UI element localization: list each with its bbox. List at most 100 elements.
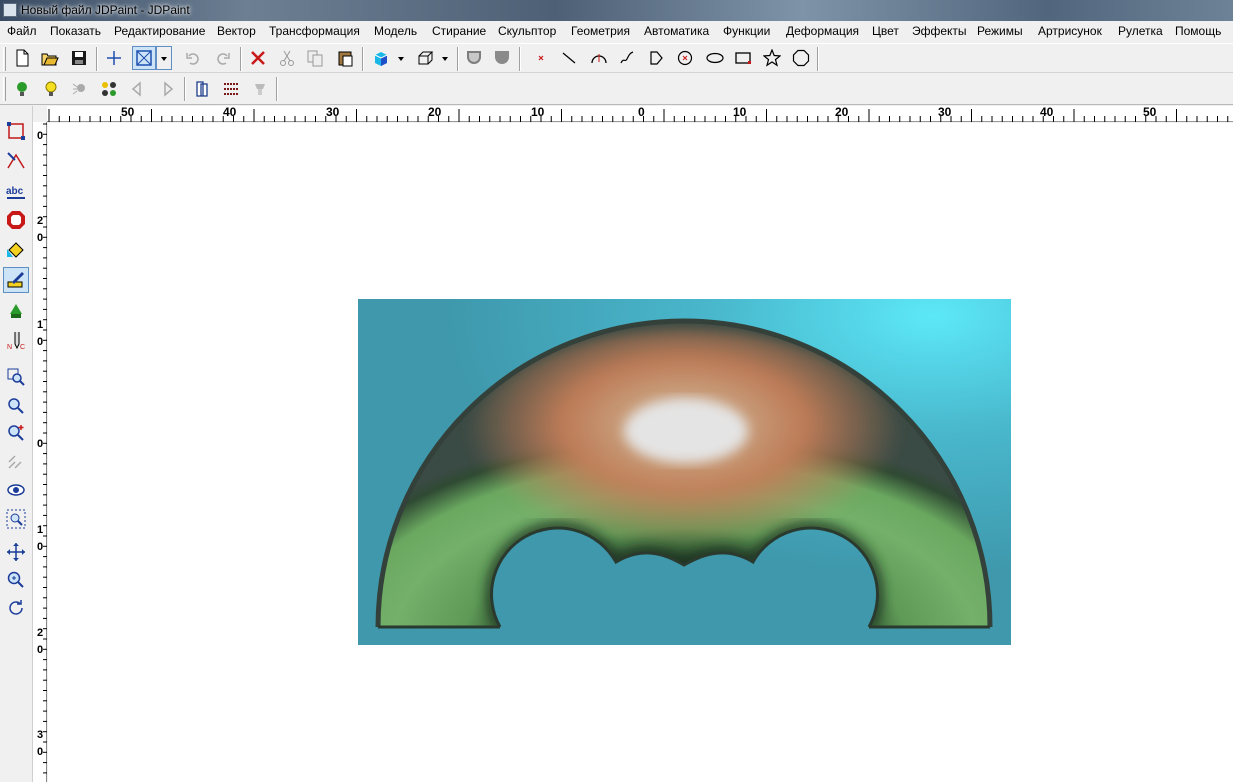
layers-icon[interactable] [219,77,243,101]
menu-model[interactable]: Модель [374,24,417,38]
paint-brush-icon[interactable] [3,267,29,293]
ruler-label: 30 [938,105,952,119]
arrow-left-icon[interactable] [126,77,150,101]
octagon-icon[interactable] [3,207,29,233]
arrow-right-icon[interactable] [155,77,179,101]
dropdown-arrow-icon[interactable] [437,46,453,70]
main-toolbar [0,43,1233,73]
ruler-label: 2 [37,627,44,639]
ruler-label: 50 [1143,105,1157,119]
save-file-icon[interactable] [67,46,91,70]
ruler-label: 0 [37,746,44,758]
copy-icon[interactable] [303,46,327,70]
zoom-window-icon[interactable] [3,364,29,390]
menu-artrisunok[interactable]: Артрисунок [1038,24,1102,38]
menu-show[interactable]: Показать [50,24,101,38]
text-tool-icon[interactable]: abc [3,178,29,204]
polyline-icon[interactable] [644,46,668,70]
wire-box-icon[interactable] [413,46,437,70]
open-file-icon[interactable] [38,46,62,70]
light-sources-icon[interactable] [97,77,121,101]
light-bulb-icon[interactable] [39,77,63,101]
toolbar-grip[interactable] [3,47,6,71]
left-toolbar: abc NC [0,106,33,782]
undo-icon[interactable] [181,46,205,70]
ruler-label: 40 [1040,105,1054,119]
app-icon [3,3,17,17]
zoom-in-icon[interactable] [3,420,29,446]
ellipse-icon[interactable] [703,46,727,70]
rotate-icon[interactable] [3,595,29,621]
vertex-arrow-icon[interactable] [3,147,29,173]
circle-center-icon[interactable] [673,46,697,70]
polygon-icon[interactable] [789,46,813,70]
menu-modes[interactable]: Режимы [977,24,1023,38]
menu-effects[interactable]: Эффекты [912,24,967,38]
menu-erase[interactable]: Стирание [432,24,486,38]
redo-icon[interactable] [211,46,235,70]
fill-tool-icon[interactable] [3,237,29,263]
lamp-icon[interactable] [248,77,272,101]
ruler-label: 1 [37,319,44,331]
rectangle-icon[interactable] [731,46,755,70]
ruler-label: 10 [531,105,545,119]
star-icon[interactable] [760,46,784,70]
line-icon[interactable] [557,46,581,70]
menu-deformation[interactable]: Деформация [786,24,859,38]
dropdown-arrow-icon[interactable] [393,46,409,70]
green-cone-icon[interactable] [3,298,29,324]
menu-sculptor[interactable]: Скульптор [498,24,556,38]
ruler-label: 1 [37,524,44,536]
view-eye-icon[interactable] [3,477,29,503]
ruler-label: 0 [37,541,44,553]
delete-icon[interactable] [246,46,270,70]
menu-automation[interactable]: Автоматика [644,24,709,38]
ruler-label: 0 [37,438,44,450]
relief-model-view[interactable] [358,299,1011,645]
dropdown-arrow-icon[interactable] [156,46,172,70]
drawing-canvas[interactable] [48,123,1233,782]
menu-help[interactable]: Помощь [1175,24,1221,38]
nc-tool-icon[interactable]: NC [3,327,29,353]
arc-icon[interactable] [587,46,611,70]
zoom-out-icon[interactable] [3,393,29,419]
green-bulb-icon[interactable] [10,77,34,101]
zoom-previous-icon[interactable] [3,449,29,475]
ruler-label: 0 [638,105,645,119]
menu-transform[interactable]: Трансформация [269,24,360,38]
cut-icon[interactable] [275,46,299,70]
menu-edit[interactable]: Редактирование [114,24,205,38]
zoom-icon[interactable] [3,567,29,593]
cube-3d-icon[interactable] [369,46,393,70]
window-title: Новый файл JDPaint - JDPaint [21,3,190,17]
crosshair-icon[interactable] [102,46,126,70]
light-gray-icon[interactable] [68,77,92,101]
ruler-label: 40 [223,105,237,119]
ruler-label: 3 [37,729,44,741]
spline-icon[interactable] [615,46,639,70]
ruler-label: 0 [37,336,44,348]
shield-gray-icon[interactable] [462,46,486,70]
zoom-fit-icon[interactable] [3,506,29,532]
menu-bar: Файл Показать Редактирование Вектор Тран… [0,21,1233,42]
shield-dark-icon[interactable] [490,46,514,70]
select-frame-icon[interactable] [132,46,156,70]
menu-functions[interactable]: Функции [723,24,770,38]
menu-color[interactable]: Цвет [872,24,899,38]
menu-geometry[interactable]: Геометрия [571,24,630,38]
menu-roulette[interactable]: Рулетка [1118,24,1163,38]
point-icon[interactable] [529,46,553,70]
svg-text:abc: abc [6,186,24,197]
menu-file[interactable]: Файл [7,24,37,38]
paste-icon[interactable] [333,46,357,70]
ruler-label: 2 [37,215,44,227]
toolbar-grip[interactable] [3,77,6,101]
svg-text:N: N [7,344,12,350]
new-file-icon[interactable] [10,46,34,70]
pan-icon[interactable] [3,539,29,565]
pages-icon[interactable] [190,77,214,101]
menu-vector[interactable]: Вектор [217,24,256,38]
node-edit-icon[interactable] [3,118,29,144]
ruler-label: 20 [428,105,442,119]
horizontal-ruler: 50 40 30 20 10 0 10 20 30 40 50 [47,106,1233,122]
